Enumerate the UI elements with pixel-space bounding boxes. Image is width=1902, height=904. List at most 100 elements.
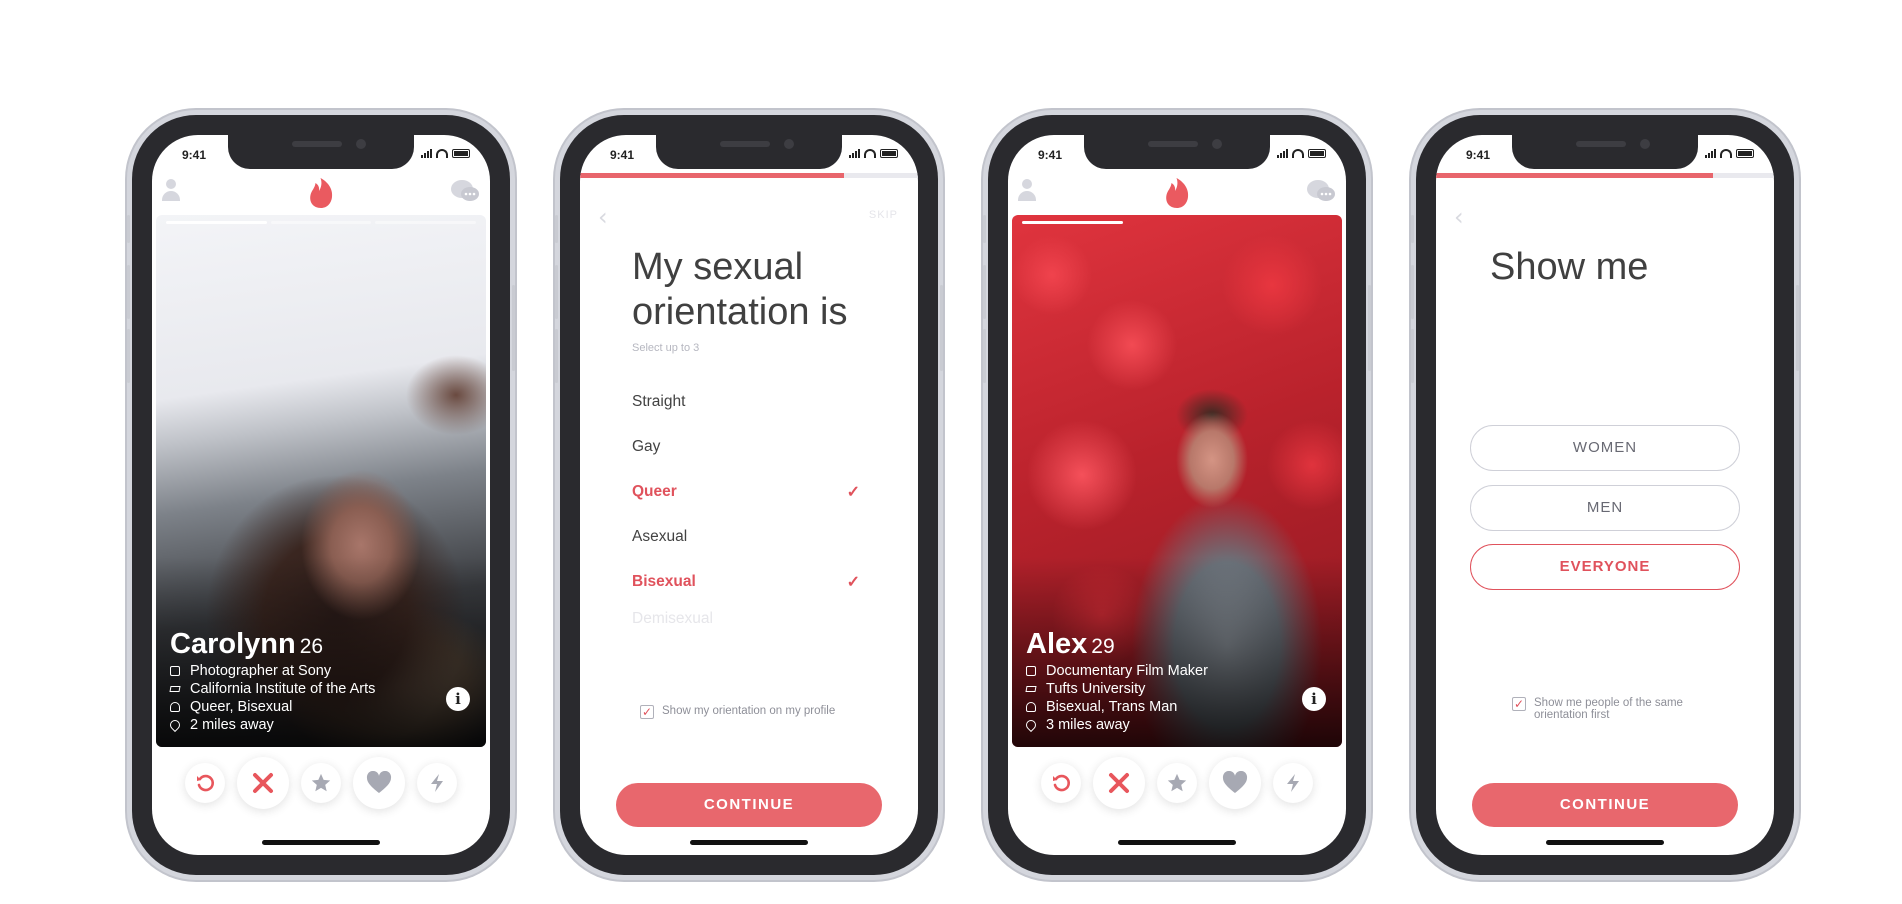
status-icons bbox=[421, 148, 470, 158]
distance-row: 2 miles away bbox=[167, 717, 436, 733]
job-row: Photographer at Sony bbox=[170, 663, 436, 679]
info-icon[interactable]: i bbox=[446, 687, 470, 711]
like-icon bbox=[1222, 771, 1248, 793]
screen: 9:41 ‹ Show me WOMEN MEN EVERYONE ✓ Show… bbox=[1436, 135, 1774, 855]
action-bar bbox=[152, 757, 490, 809]
user-icon[interactable] bbox=[1018, 179, 1036, 201]
boost-icon bbox=[1287, 774, 1299, 792]
super-like-button[interactable] bbox=[301, 763, 341, 803]
photo-indicator bbox=[1022, 221, 1332, 224]
profile-info: Alex 29 Documentary Film Maker Tufts Univ… bbox=[1023, 628, 1292, 733]
location-pin-icon bbox=[167, 717, 183, 733]
page-title: My sexual orientation is bbox=[632, 246, 848, 333]
skip-button[interactable]: SKIP bbox=[869, 209, 898, 221]
status-icons bbox=[849, 148, 898, 158]
option-everyone[interactable]: EVERYONE bbox=[1470, 544, 1740, 590]
page-subtitle: Select up to 3 bbox=[632, 342, 700, 354]
status-time: 9:41 bbox=[1038, 148, 1063, 162]
profile-name: Alex bbox=[1026, 628, 1088, 660]
phone-show-me: 9:41 ‹ Show me WOMEN MEN EVERYONE ✓ Show… bbox=[1411, 115, 1799, 875]
briefcase-icon bbox=[1026, 666, 1036, 676]
same-orientation-checkbox[interactable]: ✓ Show me people of the same orientation… bbox=[1512, 697, 1724, 721]
screen: 9:41 Carolynn 26 Photographer at Sony Ca… bbox=[152, 135, 490, 855]
rewind-icon bbox=[1053, 774, 1070, 792]
flame-icon[interactable] bbox=[1163, 177, 1191, 209]
checkmark-icon: ✓ bbox=[846, 483, 860, 501]
checkbox-label: Show me people of the same orientation f… bbox=[1534, 697, 1683, 721]
briefcase-icon bbox=[170, 666, 180, 676]
school-row: California Institute of the Arts bbox=[169, 681, 436, 697]
like-icon bbox=[366, 771, 392, 793]
flame-icon[interactable] bbox=[307, 177, 335, 209]
distance-row: 3 miles away bbox=[1023, 717, 1292, 733]
option-asexual[interactable]: Asexual bbox=[632, 514, 860, 559]
job-row: Documentary Film Maker bbox=[1026, 663, 1292, 679]
checkmark-icon: ✓ bbox=[846, 573, 860, 591]
checkbox-label: Show my orientation on my profile bbox=[662, 705, 836, 717]
nope-icon bbox=[1109, 773, 1129, 793]
profile-card[interactable]: Carolynn 26 Photographer at Sony Californ… bbox=[156, 215, 486, 747]
school-row: Tufts University bbox=[1025, 681, 1292, 697]
orientation-text: Queer, Bisexual bbox=[190, 699, 293, 715]
option-straight[interactable]: Straight bbox=[632, 379, 860, 424]
phone-profile-carolynn: 9:41 Carolynn 26 Photographer at Sony Ca… bbox=[127, 115, 515, 875]
orientation-row: Bisexual, Trans Man bbox=[1026, 699, 1292, 715]
profile-card[interactable]: Alex 29 Documentary Film Maker Tufts Univ… bbox=[1012, 215, 1342, 747]
person-icon bbox=[1026, 702, 1036, 712]
school-text: California Institute of the Arts bbox=[190, 681, 376, 697]
option-bisexual[interactable]: Bisexual ✓ bbox=[632, 559, 860, 604]
status-icons bbox=[1705, 148, 1754, 158]
profile-name-row: Alex 29 bbox=[1026, 628, 1292, 661]
info-icon[interactable]: i bbox=[1302, 687, 1326, 711]
back-chevron-icon[interactable]: ‹ bbox=[598, 203, 608, 231]
location-pin-icon bbox=[1023, 717, 1039, 733]
option-women[interactable]: WOMEN bbox=[1470, 425, 1740, 471]
status-time: 9:41 bbox=[610, 148, 635, 162]
user-icon[interactable] bbox=[162, 179, 180, 201]
checkbox[interactable]: ✓ bbox=[640, 705, 654, 719]
distance-text: 3 miles away bbox=[1046, 717, 1130, 733]
option-demisexual[interactable]: Demisexual bbox=[632, 604, 860, 634]
school-text: Tufts University bbox=[1046, 681, 1146, 697]
continue-button[interactable]: CONTINUE bbox=[616, 783, 882, 827]
orientation-row: Queer, Bisexual bbox=[170, 699, 436, 715]
graduation-cap-icon bbox=[169, 686, 181, 692]
back-chevron-icon[interactable]: ‹ bbox=[1454, 203, 1464, 231]
option-queer[interactable]: Queer ✓ bbox=[632, 469, 860, 514]
phone-orientation: 9:41 ‹ SKIP My sexual orientation is Sel… bbox=[555, 115, 943, 875]
profile-name: Carolynn bbox=[170, 628, 296, 660]
orientation-text: Bisexual, Trans Man bbox=[1046, 699, 1178, 715]
top-bar bbox=[1008, 171, 1346, 215]
status-time: 9:41 bbox=[1466, 148, 1491, 162]
nope-button[interactable] bbox=[237, 757, 289, 809]
photo-indicator bbox=[166, 221, 477, 224]
boost-button[interactable] bbox=[417, 763, 457, 803]
screen: 9:41 Alex 29 Documentary Film Maker Tuft… bbox=[1008, 135, 1346, 855]
profile-age: 29 bbox=[1091, 635, 1115, 658]
continue-button[interactable]: CONTINUE bbox=[1472, 783, 1738, 827]
option-men[interactable]: MEN bbox=[1470, 485, 1740, 531]
option-gay[interactable]: Gay bbox=[632, 424, 860, 469]
action-bar bbox=[1008, 757, 1346, 809]
nope-button[interactable] bbox=[1093, 757, 1145, 809]
like-button[interactable] bbox=[1209, 757, 1261, 809]
page-title: Show me bbox=[1490, 246, 1649, 288]
distance-text: 2 miles away bbox=[190, 717, 274, 733]
graduation-cap-icon bbox=[1025, 686, 1037, 692]
rewind-icon bbox=[197, 774, 214, 792]
rewind-button[interactable] bbox=[1041, 763, 1081, 803]
top-bar bbox=[152, 171, 490, 215]
nope-icon bbox=[253, 773, 273, 793]
chat-icon[interactable] bbox=[1306, 179, 1336, 203]
super-like-icon bbox=[1167, 773, 1187, 792]
like-button[interactable] bbox=[353, 757, 405, 809]
show-orientation-checkbox[interactable]: ✓ Show my orientation on my profile bbox=[640, 705, 888, 719]
boost-button[interactable] bbox=[1273, 763, 1313, 803]
rewind-button[interactable] bbox=[185, 763, 225, 803]
super-like-button[interactable] bbox=[1157, 763, 1197, 803]
profile-age: 26 bbox=[299, 635, 324, 658]
progress-bar bbox=[580, 173, 918, 178]
checkbox[interactable]: ✓ bbox=[1512, 697, 1526, 711]
job-text: Photographer at Sony bbox=[190, 663, 332, 679]
chat-icon[interactable] bbox=[450, 179, 480, 203]
